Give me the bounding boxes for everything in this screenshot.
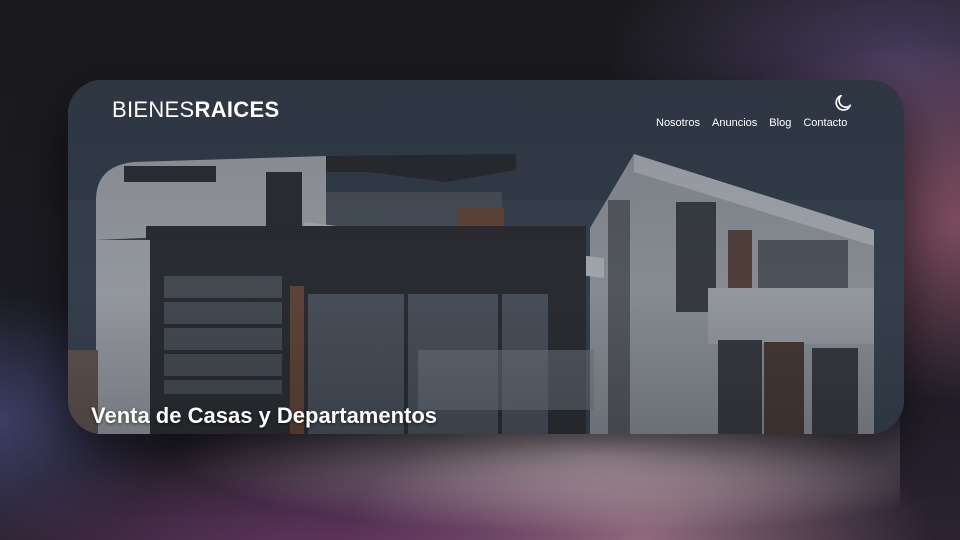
nav-link-anuncios[interactable]: Anuncios: [712, 117, 757, 129]
logo-bold-text: RAICES: [194, 97, 280, 122]
nav-link-blog[interactable]: Blog: [769, 117, 791, 129]
nav-link-contacto[interactable]: Contacto: [803, 117, 847, 129]
site-logo[interactable]: BIENESRAICES: [112, 97, 279, 123]
hero-card: BIENESRAICES Nosotros Anuncios Blog Cont…: [68, 80, 904, 434]
logo-light-text: BIENES: [112, 97, 195, 122]
nav-link-nosotros[interactable]: Nosotros: [656, 117, 700, 129]
hero-title: Venta de Casas y Departamentos: [91, 403, 438, 428]
dark-overlay: [68, 80, 904, 434]
moon-icon[interactable]: [832, 92, 854, 114]
main-nav: Nosotros Anuncios Blog Contacto: [656, 117, 847, 129]
